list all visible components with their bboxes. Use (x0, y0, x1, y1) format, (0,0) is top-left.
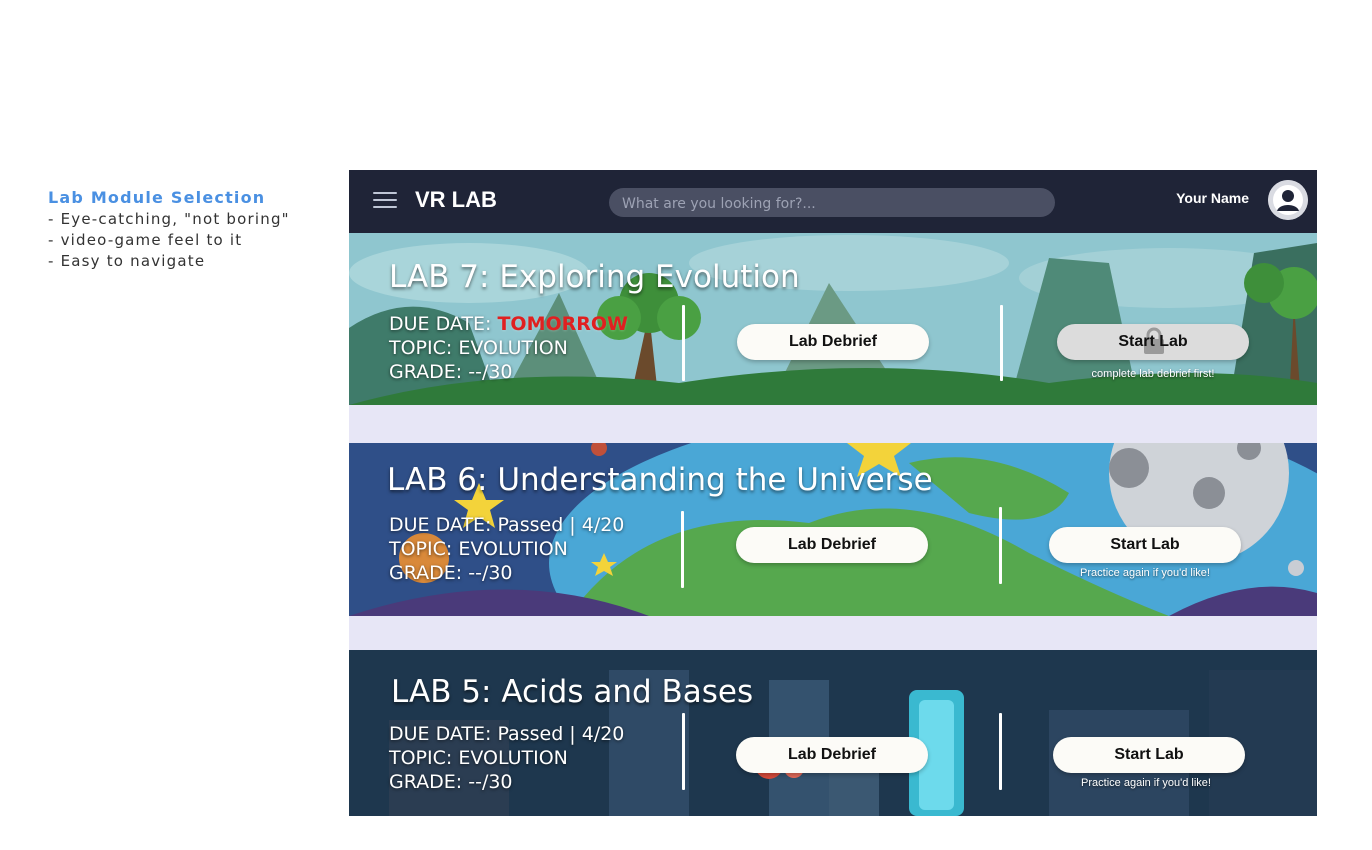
start-lab-button[interactable]: Start Lab (1049, 527, 1241, 563)
app-brand[interactable]: VR LAB (415, 185, 497, 215)
divider (682, 713, 685, 790)
divider (999, 507, 1002, 584)
due-date-value: Passed | 4/20 (497, 514, 625, 536)
lab-title[interactable]: LAB 6: Understanding the Universe (387, 462, 933, 498)
start-lab-button[interactable]: Start Lab (1053, 737, 1245, 773)
start-lab-button[interactable]: Start Lab (1057, 324, 1249, 360)
due-date: DUE DATE: Passed | 4/20 (389, 722, 624, 746)
start-lab-hint: Practice again if you'd like! (1081, 777, 1211, 789)
lab-debrief-button[interactable]: Lab Debrief (737, 324, 929, 360)
lab-topic: TOPIC: EVOLUTION (389, 337, 568, 359)
lab-card-5: LAB 5: Acids and Bases DUE DATE: Passed … (349, 650, 1317, 816)
notes-line: - video-game feel to it (48, 231, 243, 249)
start-lab-label: Start Lab (1118, 333, 1188, 350)
search-bar[interactable] (609, 188, 1055, 219)
divider (999, 713, 1002, 790)
top-navigation-bar: VR LAB Your Name (349, 170, 1317, 233)
due-date-label: DUE DATE: (389, 723, 498, 745)
start-lab-hint: Practice again if you'd like! (1080, 567, 1210, 579)
lab-debrief-label: Lab Debrief (788, 333, 877, 350)
due-date-value: TOMORROW (497, 313, 628, 335)
lab-title[interactable]: LAB 7: Exploring Evolution (389, 259, 800, 295)
lab-grade: GRADE: --/30 (389, 771, 513, 793)
lab-meta: DUE DATE: TOMORROW TOPIC: EVOLUTION GRAD… (389, 312, 628, 384)
due-date-label: DUE DATE: (389, 514, 498, 536)
lab-card-6: LAB 6: Understanding the Universe DUE DA… (349, 443, 1317, 616)
user-name[interactable]: Your Name (1176, 190, 1249, 206)
start-lab-hint: complete lab debrief first! (1091, 368, 1215, 380)
divider (681, 511, 684, 588)
lab-debrief-label: Lab Debrief (787, 746, 876, 763)
vr-lab-app: VR LAB Your Name (349, 170, 1317, 816)
lab-debrief-button[interactable]: Lab Debrief (736, 527, 928, 563)
divider (1000, 305, 1003, 381)
due-date: DUE DATE: TOMORROW (389, 312, 628, 336)
search-input[interactable] (620, 188, 1044, 219)
due-date-label: DUE DATE: (389, 313, 498, 335)
lab-title[interactable]: LAB 5: Acids and Bases (391, 674, 753, 710)
hamburger-menu-icon[interactable] (373, 192, 397, 210)
annotation-notes: Lab Module Selection - Eye-catching, "no… (48, 188, 348, 272)
lab-meta: DUE DATE: Passed | 4/20 TOPIC: EVOLUTION… (389, 722, 624, 794)
user-avatar-icon[interactable] (1268, 180, 1308, 220)
start-lab-label: Start Lab (1114, 746, 1184, 763)
lab-card-7: LAB 7: Exploring Evolution DUE DATE: TOM… (349, 233, 1317, 405)
due-date: DUE DATE: Passed | 4/20 (389, 513, 624, 537)
start-lab-label: Start Lab (1110, 536, 1180, 553)
notes-line: - Eye-catching, "not boring" (48, 210, 290, 228)
lab-topic: TOPIC: EVOLUTION (389, 747, 568, 769)
lab-debrief-label: Lab Debrief (787, 536, 876, 553)
divider (682, 305, 685, 381)
due-date-value: Passed | 4/20 (497, 723, 625, 745)
lab-topic: TOPIC: EVOLUTION (389, 538, 568, 560)
lab-debrief-button[interactable]: Lab Debrief (736, 737, 928, 773)
lab-grade: GRADE: --/30 (389, 361, 513, 383)
notes-line: - Easy to navigate (48, 252, 206, 270)
lab-grade: GRADE: --/30 (389, 562, 513, 584)
lab-meta: DUE DATE: Passed | 4/20 TOPIC: EVOLUTION… (389, 513, 624, 585)
notes-title: Lab Module Selection (48, 188, 266, 207)
